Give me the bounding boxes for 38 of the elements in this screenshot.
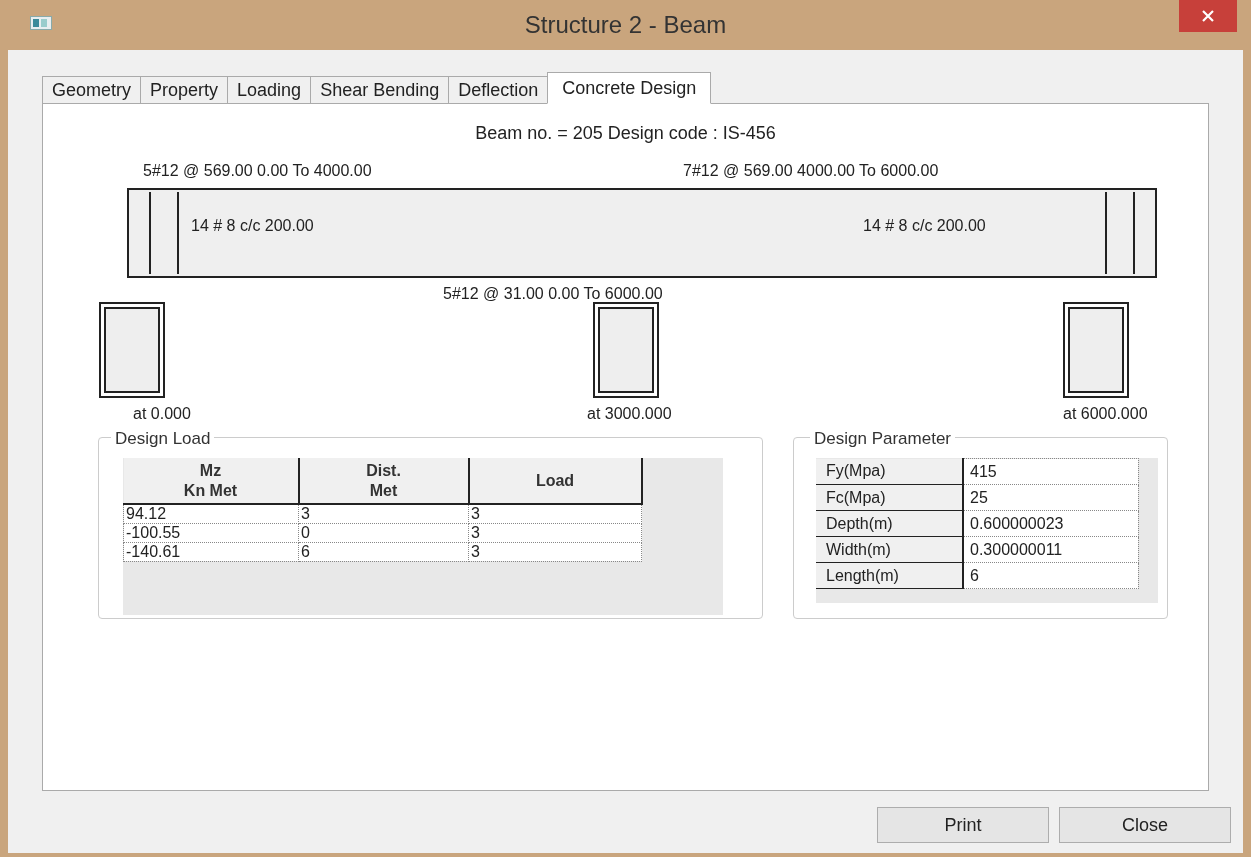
tab[interactable]: Deflection <box>448 76 548 104</box>
tab[interactable]: Geometry <box>42 76 141 104</box>
table-cell: 0.300000011 <box>963 536 1138 563</box>
tab[interactable]: Property <box>140 76 228 104</box>
beam-heading: Beam no. = 205 Design code : IS-456 <box>474 122 777 145</box>
table-cell: -100.55 <box>123 523 299 542</box>
close-icon <box>1202 10 1214 22</box>
tab[interactable]: Loading <box>227 76 311 104</box>
top-bar-label: 5#12 @ 569.00 0.00 To 4000.00 <box>143 161 372 181</box>
row-header: Length(m) <box>816 562 963 589</box>
top-bar-label: 7#12 @ 569.00 4000.00 To 6000.00 <box>683 161 939 181</box>
row-header: Fy(Mpa) <box>816 458 963 485</box>
close-button[interactable] <box>1179 0 1237 32</box>
table-cell: 415 <box>963 458 1138 485</box>
section-label: at 3000.000 <box>587 404 672 424</box>
table-cell: 25 <box>963 484 1138 511</box>
column-header: Dist. Met <box>298 458 469 504</box>
section-label: at 6000.000 <box>1063 404 1148 424</box>
row-header: Fc(Mpa) <box>816 484 963 511</box>
section-label: at 0.000 <box>133 404 191 424</box>
bottom-bar-label: 5#12 @ 31.00 0.00 To 6000.00 <box>443 284 663 304</box>
column-header: Load <box>468 458 642 504</box>
table-cell: 6 <box>963 562 1138 589</box>
window-title: Structure 2 - Beam <box>524 10 727 40</box>
table-cell: -140.61 <box>123 542 299 561</box>
row-header: Depth(m) <box>816 510 963 537</box>
table-cell: 0.600000023 <box>963 510 1138 537</box>
table-cell: 3 <box>468 542 642 561</box>
dialog-button[interactable]: Print <box>877 807 1049 843</box>
tab[interactable]: Shear Bending <box>310 76 449 104</box>
window-icon <box>30 16 52 30</box>
stirrup-label: 14 # 8 c/c 200.00 <box>191 216 314 236</box>
stirrup-label: 14 # 8 c/c 200.00 <box>863 216 986 236</box>
row-header: Width(m) <box>816 536 963 563</box>
dialog-button[interactable]: Close <box>1059 807 1231 843</box>
table-cell: 3 <box>468 523 642 542</box>
column-header: Mz Kn Met <box>123 458 299 504</box>
tab[interactable]: Concrete Design <box>547 72 712 104</box>
